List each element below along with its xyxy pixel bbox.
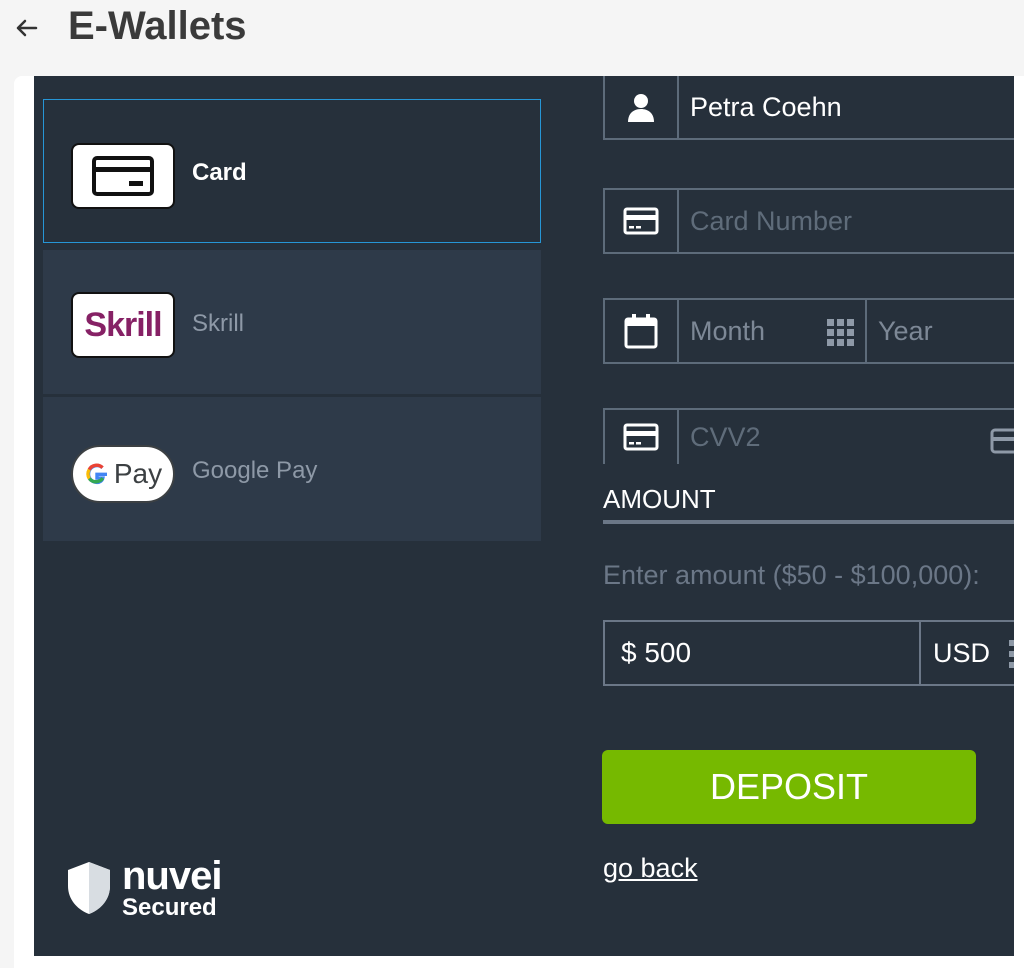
amount-heading: AMOUNT (603, 484, 716, 514)
card-number-field[interactable]: Card Number (603, 188, 1014, 254)
calendar-icon (624, 314, 658, 349)
payment-panel: Card Skrill Skrill Pay Google Pay Petra … (34, 76, 1014, 956)
credit-card-icon (92, 156, 154, 196)
method-card[interactable]: Card (43, 99, 541, 243)
credit-card-icon (623, 207, 659, 235)
google-pay-logo: Pay (71, 445, 175, 503)
card-number-placeholder: Card Number (690, 205, 853, 236)
grid-icon (827, 319, 854, 346)
top-bar: E-Wallets (0, 0, 1024, 72)
deposit-button[interactable]: DEPOSIT (602, 750, 976, 824)
nuvei-brand-name: nuvei (122, 854, 222, 898)
amount-hint: Enter amount ($50 - $100,000): (603, 560, 980, 590)
credit-card-icon (623, 423, 659, 451)
amount-divider-line (603, 520, 1014, 524)
cvv-icon-cell (605, 410, 679, 464)
amount-divider (919, 622, 921, 684)
cardholder-name-field[interactable]: Petra Coehn (603, 76, 1014, 140)
method-skrill-label: Skrill (192, 310, 244, 337)
card-back-icon (990, 428, 1014, 454)
skrill-logo: Skrill (71, 292, 175, 358)
google-g-icon (86, 463, 107, 485)
method-skrill[interactable]: Skrill Skrill (43, 250, 541, 394)
back-arrow-icon[interactable] (12, 14, 40, 42)
card-logo (71, 143, 175, 209)
grip-icon (1009, 640, 1014, 668)
name-icon-cell (605, 76, 679, 138)
expiry-icon-cell (605, 300, 679, 362)
year-select[interactable]: Year (878, 300, 933, 362)
expiry-divider (865, 300, 867, 362)
expiry-field[interactable]: Month Year (603, 298, 1014, 364)
cvv-placeholder: CVV2 (690, 421, 761, 452)
method-google-pay[interactable]: Pay Google Pay (43, 397, 541, 541)
card-number-icon-cell (605, 190, 679, 252)
nuvei-secured-label: Secured (122, 894, 217, 921)
cardholder-name-value: Petra Coehn (690, 91, 842, 122)
month-select[interactable]: Month (690, 300, 765, 362)
cvv-field[interactable]: CVV2 (603, 408, 1014, 464)
page-title: E-Wallets (68, 4, 247, 48)
method-google-pay-label: Google Pay (192, 457, 318, 484)
nuvei-secured-badge: nuvei Secured (66, 854, 236, 924)
method-card-label: Card (192, 159, 247, 186)
go-back-link[interactable]: go back (603, 853, 698, 884)
amount-input[interactable]: $ 500 (621, 622, 691, 684)
skrill-logo-text: Skrill (84, 305, 162, 344)
amount-row: $ 500 USD (603, 620, 1014, 686)
user-icon (628, 94, 654, 122)
shield-icon (68, 862, 110, 914)
currency-select[interactable]: USD (933, 622, 990, 684)
google-pay-logo-text: Pay (113, 458, 163, 489)
